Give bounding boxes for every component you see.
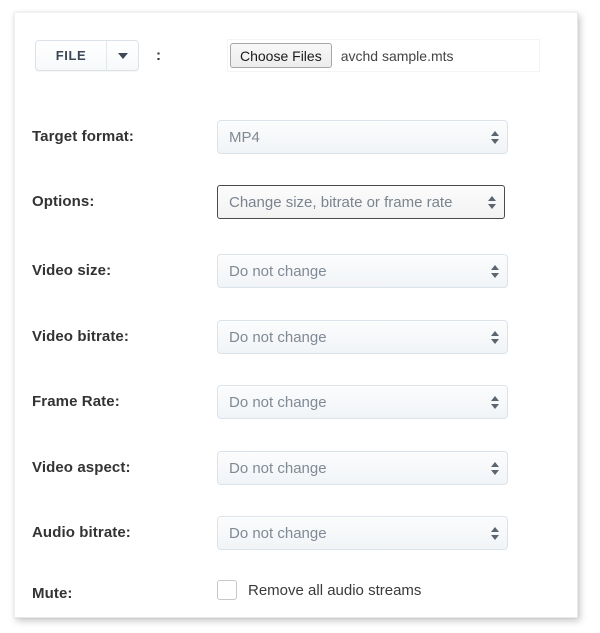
label-video-bitrate: Video bitrate: xyxy=(32,328,129,345)
control-frame-rate: Do not change xyxy=(217,382,508,422)
select-spinner-icon xyxy=(483,517,507,549)
row-mute: Mute: Remove all audio streams xyxy=(15,574,577,614)
control-target-format: MP4 xyxy=(217,117,508,157)
select-spinner-icon xyxy=(483,121,507,153)
control-audio-bitrate: Do not change xyxy=(217,513,508,553)
file-source-button-group[interactable]: FILE xyxy=(35,40,139,71)
selected-file-name: avchd sample.mts xyxy=(340,47,454,64)
row-video-aspect: Video aspect: Do not change xyxy=(15,448,577,488)
select-frame-rate-value: Do not change xyxy=(229,393,327,411)
control-video-size: Do not change xyxy=(217,251,508,291)
label-video-aspect: Video aspect: xyxy=(32,459,131,476)
select-video-size-value: Do not change xyxy=(229,262,327,280)
file-source-row: FILE : Choose Files avchd sample.mts xyxy=(15,35,577,75)
label-options: Options: xyxy=(32,193,95,210)
control-video-aspect: Do not change xyxy=(217,448,508,488)
select-video-size[interactable]: Do not change xyxy=(217,254,508,288)
select-video-bitrate-value: Do not change xyxy=(229,328,327,346)
label-frame-rate: Frame Rate: xyxy=(32,393,120,410)
label-video-size: Video size: xyxy=(32,262,112,279)
select-options[interactable]: Change size, bitrate or frame rate xyxy=(217,185,505,219)
row-frame-rate: Frame Rate: Do not change xyxy=(15,382,577,422)
select-frame-rate[interactable]: Do not change xyxy=(217,385,508,419)
control-mute: Remove all audio streams xyxy=(217,574,421,614)
label-target-format: Target format: xyxy=(32,128,134,145)
select-spinner-icon xyxy=(483,321,507,353)
control-options: Change size, bitrate or frame rate xyxy=(217,182,505,222)
select-spinner-icon xyxy=(483,255,507,287)
select-options-value: Change size, bitrate or frame rate xyxy=(229,193,453,211)
select-video-bitrate[interactable]: Do not change xyxy=(217,320,508,354)
select-audio-bitrate[interactable]: Do not change xyxy=(217,516,508,550)
row-options: Options: Change size, bitrate or frame r… xyxy=(15,182,577,222)
file-input-field[interactable]: Choose Files avchd sample.mts xyxy=(227,39,540,72)
select-target-format-value: MP4 xyxy=(229,128,260,146)
remove-audio-streams-label: Remove all audio streams xyxy=(248,581,422,599)
select-video-aspect-value: Do not change xyxy=(229,459,327,477)
select-video-aspect[interactable]: Do not change xyxy=(217,451,508,485)
converter-options-card: FILE : Choose Files avchd sample.mts Tar… xyxy=(14,12,578,618)
mute-checkbox-wrapper[interactable]: Remove all audio streams xyxy=(217,580,421,600)
select-spinner-icon xyxy=(483,452,507,484)
row-audio-bitrate: Audio bitrate: Do not change xyxy=(15,513,577,553)
select-spinner-icon xyxy=(483,386,507,418)
select-target-format[interactable]: MP4 xyxy=(217,120,508,154)
select-audio-bitrate-value: Do not change xyxy=(229,524,327,542)
label-audio-bitrate: Audio bitrate: xyxy=(32,524,131,541)
chevron-down-icon xyxy=(117,52,128,59)
row-video-size: Video size: Do not change xyxy=(15,251,577,291)
screenshot-root: FILE : Choose Files avchd sample.mts Tar… xyxy=(0,0,600,633)
file-source-button[interactable]: FILE xyxy=(36,41,106,70)
row-video-bitrate: Video bitrate: Do not change xyxy=(15,317,577,357)
file-source-colon: : xyxy=(156,47,161,64)
control-video-bitrate: Do not change xyxy=(217,317,508,357)
select-spinner-icon xyxy=(480,186,504,218)
choose-files-button[interactable]: Choose Files xyxy=(230,43,332,68)
file-source-dropdown-toggle[interactable] xyxy=(106,41,138,70)
remove-audio-streams-checkbox[interactable] xyxy=(217,580,237,600)
row-target-format: Target format: MP4 xyxy=(15,117,577,157)
label-mute: Mute: xyxy=(32,585,73,602)
